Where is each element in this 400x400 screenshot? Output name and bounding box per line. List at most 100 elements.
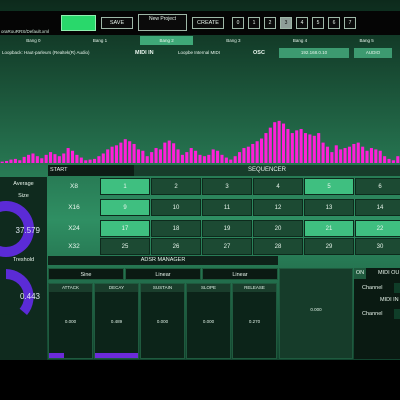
osc-address-input[interactable]: 192.168.0.10 [279,48,349,58]
record-button[interactable] [61,15,96,31]
spectrum-bar [145,156,149,163]
size-label: Size [18,193,29,199]
spectrum-bar [66,148,70,163]
spectrum-bar [321,142,325,163]
sequencer-step-3[interactable]: 3 [202,178,252,195]
audio-button[interactable]: AUDIO [354,48,392,58]
spectrum-bar [290,133,294,163]
envelope-preview: 0.000 [279,268,353,359]
spectrum-bar [185,152,189,163]
spectrum-bar [273,122,277,163]
left-panel: Average Size 37.579 Treshold 0.443 [0,177,47,367]
sequencer-step-4[interactable]: 4 [253,178,303,195]
sequencer-step-20[interactable]: 20 [253,220,303,237]
spectrum-bar [378,150,382,163]
adsr-attack-slider[interactable]: ATTACK 0.000 [48,283,93,359]
midi-on-toggle[interactable]: ON [354,268,366,279]
sequencer-step-26[interactable]: 26 [151,238,201,255]
spectrum-bar [101,153,105,163]
sequencer-step-17[interactable]: 17 [100,220,150,237]
average-label: Average [13,181,34,187]
adsr-slope-slider[interactable]: SLOPE 0.000 [186,283,231,359]
sequencer-step-28[interactable]: 28 [253,238,303,255]
sequencer-step-5[interactable]: 5 [304,178,354,195]
bang-row: Bang 0 Bang 1 Bang 2 Bang 3 Bang 4 Bang 5 [0,36,400,45]
adsr-param-label: SLOPE [187,284,230,292]
curve-select-1[interactable]: Linear [125,268,201,280]
size-value: 37.579 [15,226,40,235]
spectrum-bar [396,156,400,163]
sequencer-step-18[interactable]: 18 [151,220,201,237]
sequencer-step-1[interactable]: 1 [100,178,150,195]
spectrum-bar [5,160,9,163]
bang-button-3[interactable]: Bang 3 [207,36,260,45]
audio-device-select[interactable]: Loopback: Haut-parleurs (Realtek(R) Audi… [2,47,120,59]
midi-in-section-label: MIDI IN [380,297,399,303]
midi-in-channel-input[interactable] [394,309,400,319]
bang-button-1[interactable]: Bang 1 [74,36,127,45]
midi-device-select[interactable]: Loopbe Internal MIDI [178,47,238,59]
sequencer-step-22[interactable]: 22 [355,220,400,237]
preset-slot-5[interactable]: 5 [312,17,324,29]
curve-select-2[interactable]: Linear [202,268,278,280]
save-button[interactable]: SAVE [101,17,133,29]
preset-slot-4[interactable]: 4 [296,17,308,29]
spectrum-bar [119,142,123,163]
sequencer-step-12[interactable]: 12 [253,199,303,216]
sequencer-step-27[interactable]: 27 [202,238,252,255]
adsr-param-label: DECAY [95,284,138,292]
spectrum-bar [369,148,373,163]
adsr-release-slider[interactable]: RELEASE 0.270 [232,283,277,359]
spectrum-bar [207,154,211,163]
project-name-field[interactable]: New Project [138,14,187,31]
spectrum-bar [198,154,202,163]
spectrum-bar [189,148,193,163]
midi-out-channel-input[interactable] [394,283,400,293]
spectrum-bar [277,120,281,163]
adsr-decay-slider[interactable]: DECAY 0.489 [94,283,139,359]
bang-button-5[interactable]: Bang 5 [340,36,393,45]
sequencer-step-19[interactable]: 19 [202,220,252,237]
sequencer-step-11[interactable]: 11 [202,199,252,216]
sequencer-step-6[interactable]: 6 [355,178,400,195]
spectrum-bar [352,143,356,163]
create-button[interactable]: CREATE [192,17,224,29]
adsr-sustain-slider[interactable]: SUSTAIN 0.000 [140,283,185,359]
sequencer-step-21[interactable]: 21 [304,220,354,237]
preset-slot-3[interactable]: 3 [280,17,292,29]
spectrum-bar [114,145,119,163]
spectrum-bar [97,156,101,163]
spectrum-bar [176,149,180,163]
sequencer-step-30[interactable]: 30 [355,238,400,255]
threshold-value: 0.443 [19,292,40,301]
sequencer-step-9[interactable]: 9 [100,199,150,216]
preset-slot-6[interactable]: 6 [328,17,340,29]
preset-slot-0[interactable]: 0 [232,17,244,29]
osc-label: OSC [253,50,265,56]
preset-slot-7[interactable]: 7 [344,17,356,29]
preset-slot-1[interactable]: 1 [248,17,260,29]
start-button[interactable]: START [50,165,68,176]
sequencer-step-14[interactable]: 14 [355,199,400,216]
spectrum-bar [31,153,35,163]
curve-select-0[interactable]: Sine [48,268,124,280]
adsr-param-value: 0.489 [110,319,123,324]
sequencer-step-25[interactable]: 25 [100,238,150,255]
sequencer-step-10[interactable]: 10 [151,199,201,216]
sequencer-step-13[interactable]: 13 [304,199,354,216]
spectrum-bar [308,134,312,163]
preset-slot-2[interactable]: 2 [264,17,276,29]
spectrum-bar [84,160,88,163]
sequencer-step-29[interactable]: 29 [304,238,354,255]
bang-button-4[interactable]: Bang 4 [274,36,327,45]
bang-button-2[interactable]: Bang 2 [140,36,193,45]
sequencer-step-2[interactable]: 2 [151,178,201,195]
project-name-label: New Project [149,16,176,22]
spectrum-bar [255,141,259,163]
spectrum-bar [158,149,162,163]
app-window: oraRouRRS/Default.xml SAVE New Project C… [0,0,400,400]
sequencer-title: SEQUENCER [134,165,400,176]
bang-button-0[interactable]: Bang 0 [7,36,60,45]
sequencer-row-label: X32 [68,243,80,250]
spectrum-bar [150,152,154,163]
